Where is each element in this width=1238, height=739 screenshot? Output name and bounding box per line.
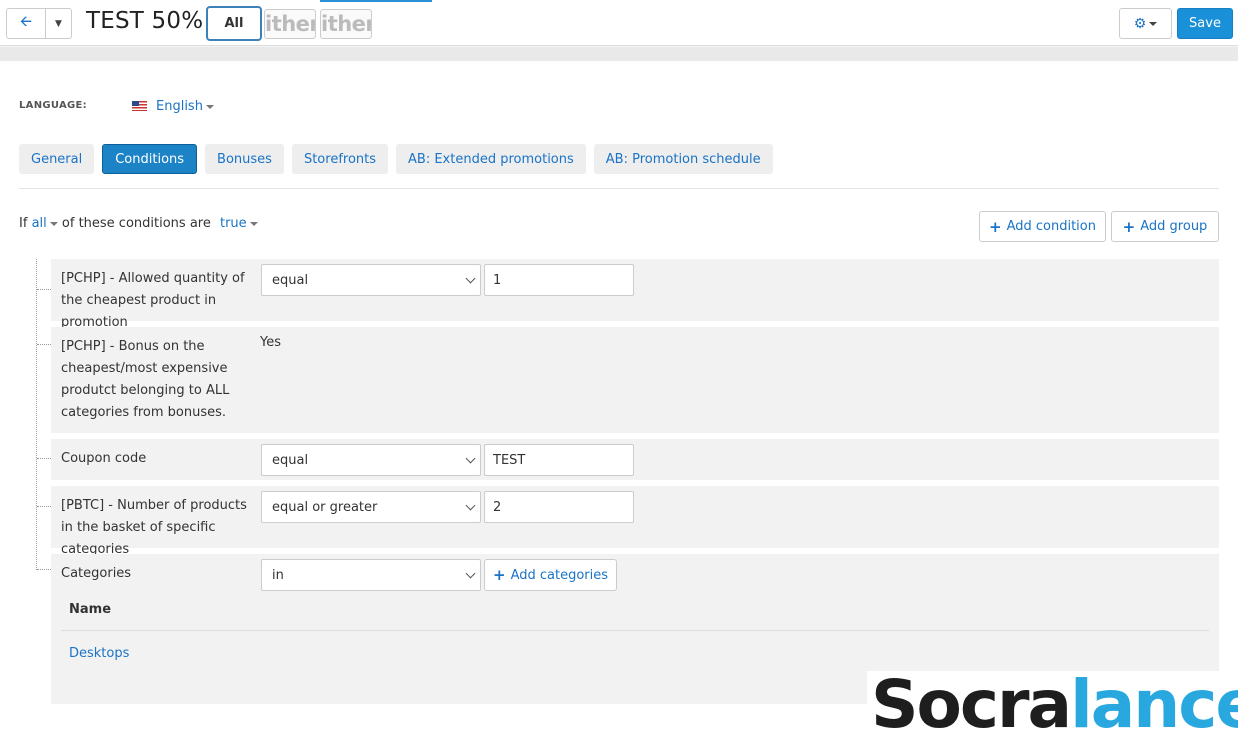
tree-branch [37,458,51,459]
condition-row: [PCHP] - Bonus on the cheapest/most expe… [51,327,1219,433]
storefront-logo-button[interactable]: ither [320,9,372,39]
operator-select[interactable]: in [261,559,481,591]
operator-value: in [272,567,284,583]
condition-label: Categories [61,566,132,581]
operator-select[interactable]: equal [261,444,481,476]
tab-conditions[interactable]: Conditions [102,144,198,174]
us-flag-icon [132,101,147,111]
caret-down-icon: ▼ [55,18,62,29]
language-value: English [156,99,203,114]
tab-promotion-schedule[interactable]: AB: Promotion schedule [593,144,773,174]
page-title: TEST 50% [86,8,204,34]
tree-branch [37,506,51,507]
plus-icon: + [1122,217,1136,236]
tree-connector [36,259,37,570]
tab-bonuses[interactable]: Bonuses [205,144,284,174]
operator-value: equal [272,272,309,288]
add-group-button[interactable]: + Add group [1111,211,1219,242]
watermark-logo: Socra lance [867,671,1238,739]
storefront-logo-text: ither [265,12,316,36]
caret-down-icon [205,104,214,109]
condition-static-value: Yes [260,335,281,350]
condition-label: [PBTC] - Number of products in the baske… [61,498,247,557]
condition-value: true [219,216,247,231]
condition-value-input[interactable]: 1 [484,264,634,296]
match-value: all [31,216,47,231]
condition-value-selector[interactable]: true [220,216,258,231]
match-all-selector[interactable]: all [32,216,58,231]
condition-row: [PBTC] - Number of products in the baske… [51,486,1219,557]
back-button[interactable]: 🡨 [6,8,46,39]
condition-value-input[interactable]: 2 [484,491,634,523]
condition-row: [PCHP] - Allowed quantity of the cheapes… [51,259,1219,330]
coupon-code-input[interactable]: TEST [484,444,634,476]
storefront-logo-text: ither [321,12,372,36]
storefront-all-button[interactable]: All [206,6,262,41]
add-condition-button[interactable]: + Add condition [979,211,1106,242]
rule-prefix: If [19,216,28,231]
table-divider [61,630,1209,631]
tree-branch [37,289,51,290]
tab-storefronts[interactable]: Storefronts [291,144,389,174]
operator-select[interactable]: equal [261,264,481,296]
category-link[interactable]: Desktops [69,646,129,661]
history-dropdown-button[interactable]: ▼ [46,8,72,39]
caret-down-icon [49,221,58,226]
operator-value: equal [272,452,309,468]
caret-down-icon [249,221,258,226]
storefront-logo-button[interactable]: ither [264,9,316,39]
header-divider [0,47,1238,61]
conditions-rule-line: If all of these conditions are true [19,216,258,231]
condition-label: Coupon code [61,451,147,466]
chevron-down-icon [465,500,476,511]
caret-down-icon [1149,21,1158,26]
watermark-text: Socra [871,666,1072,739]
gear-icon: ⚙ [1133,15,1147,32]
tree-branch [37,569,51,570]
language-label: LANGUAGE: [19,100,87,111]
add-group-label: Add group [1140,219,1208,234]
plus-icon: + [492,566,506,584]
add-categories-label: Add categories [510,567,609,583]
tab-bar: General Conditions Bonuses Storefronts A… [19,144,773,174]
settings-dropdown-button[interactable]: ⚙ [1119,8,1172,39]
tab-general[interactable]: General [19,144,95,174]
toolbar-accent-line [320,0,432,2]
tabs-divider [19,188,1219,189]
tree-branch [37,344,51,345]
top-toolbar: 🡨 ▼ TEST 50% All ither ither ⚙ Save [0,0,1238,46]
back-button-group: 🡨 ▼ [6,8,72,39]
tab-extended-promotions[interactable]: AB: Extended promotions [396,144,586,174]
categories-table-header: Name [69,602,112,617]
chevron-down-icon [465,453,476,464]
condition-row: Coupon code equal TEST [51,439,1219,480]
chevron-down-icon [465,273,476,284]
language-selector[interactable]: English [156,99,214,114]
watermark-text: lance [1070,666,1238,739]
operator-value: equal or greater [272,499,378,515]
add-condition-label: Add condition [1006,219,1096,234]
add-categories-button[interactable]: + Add categories [484,559,617,591]
chevron-down-icon [465,568,476,579]
plus-icon: + [989,217,1002,236]
condition-label: [PCHP] - Bonus on the cheapest/most expe… [61,339,230,420]
condition-label: [PCHP] - Allowed quantity of the cheapes… [61,271,245,330]
arrow-left-icon: 🡨 [19,12,33,30]
rule-middle-text: of these conditions are [61,216,211,231]
save-button[interactable]: Save [1177,8,1233,39]
operator-select[interactable]: equal or greater [261,491,481,523]
